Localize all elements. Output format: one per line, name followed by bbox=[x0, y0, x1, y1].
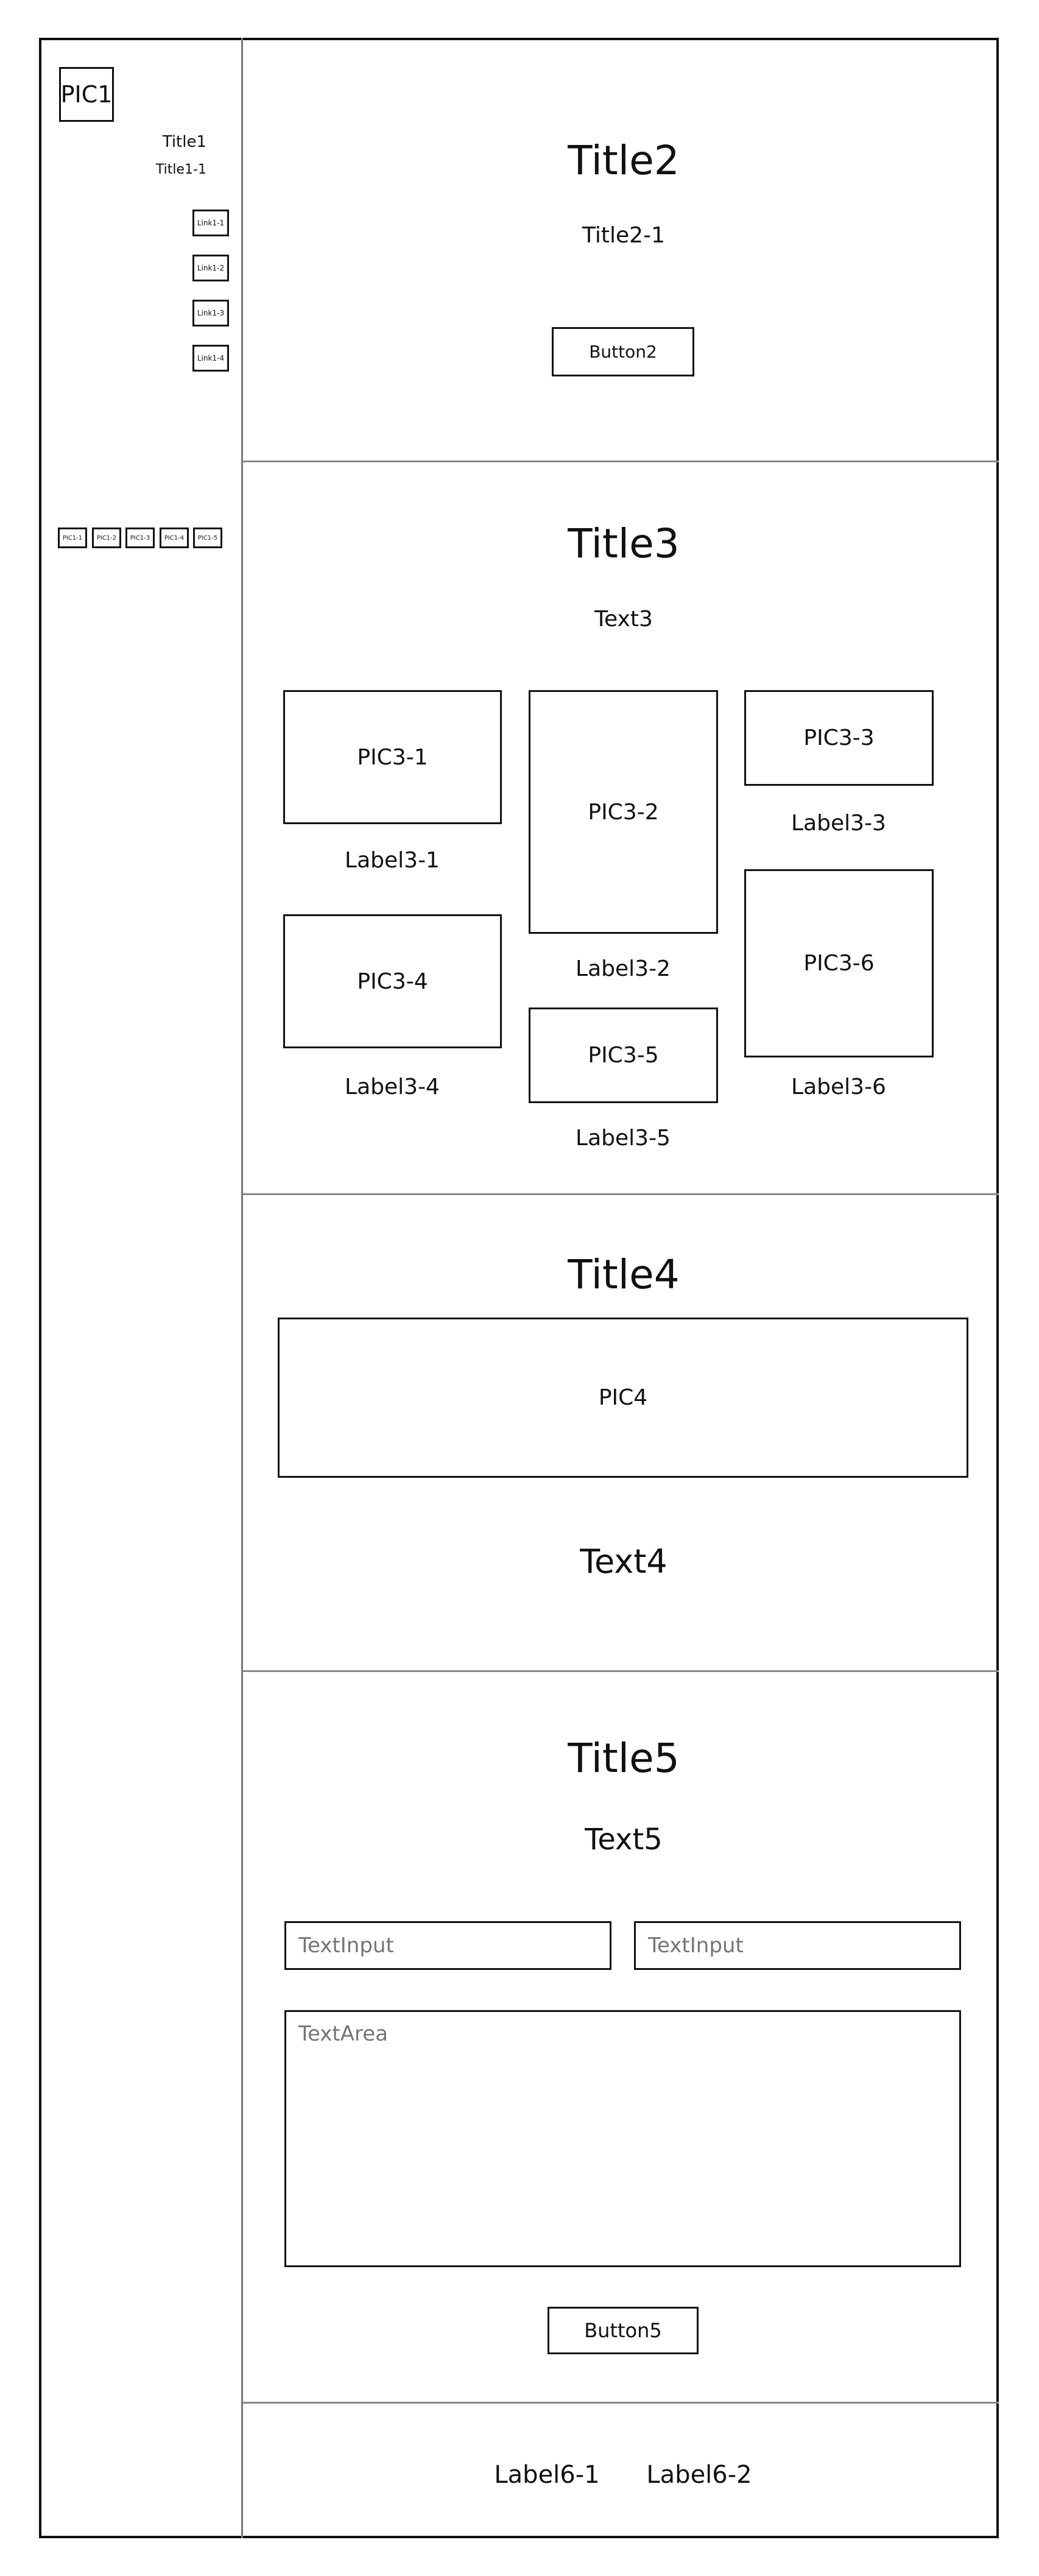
sidebar-link-1[interactable]: Link1-1 bbox=[192, 210, 229, 236]
label3-1: Label3-1 bbox=[345, 848, 440, 873]
section4-text: Text4 bbox=[580, 1542, 667, 1581]
section-divider-2 bbox=[243, 1193, 999, 1195]
label3-4: Label3-4 bbox=[345, 1075, 440, 1099]
sidebar-link-3[interactable]: Link1-3 bbox=[192, 300, 229, 326]
footer-label-2: Label6-2 bbox=[646, 2461, 752, 2489]
label3-5: Label3-5 bbox=[576, 1126, 671, 1151]
button2[interactable]: Button2 bbox=[552, 327, 694, 376]
sidebar-pic-4: PIC1-4 bbox=[160, 528, 189, 548]
sidebar-subtitle: Title1-1 bbox=[155, 162, 206, 177]
section3-text: Text3 bbox=[594, 607, 653, 632]
sidebar-link-2[interactable]: Link1-2 bbox=[192, 255, 229, 281]
text-input-2[interactable] bbox=[634, 1921, 961, 1970]
sidebar-pic-5: PIC1-5 bbox=[193, 528, 222, 548]
logo-image: PIC1 bbox=[59, 67, 114, 122]
section5-title: Title5 bbox=[568, 1735, 680, 1782]
label3-3: Label3-3 bbox=[791, 811, 886, 836]
section3-title: Title3 bbox=[568, 520, 680, 567]
sidebar-pic-3: PIC1-3 bbox=[125, 528, 155, 548]
section-divider-4 bbox=[243, 2402, 999, 2404]
section2-subtitle: Title2-1 bbox=[582, 223, 665, 248]
sidebar-pic-2: PIC1-2 bbox=[92, 528, 121, 548]
pic3-6: PIC3-6 bbox=[744, 869, 934, 1057]
section-divider-1 bbox=[243, 461, 999, 462]
section2-title: Title2 bbox=[568, 137, 680, 184]
label3-2: Label3-2 bbox=[576, 956, 671, 981]
pic3-2: PIC3-2 bbox=[529, 690, 718, 934]
pic3-1: PIC3-1 bbox=[283, 690, 502, 824]
text-area[interactable] bbox=[284, 2010, 961, 2267]
sidebar-title: Title1 bbox=[162, 133, 206, 151]
pic3-4: PIC3-4 bbox=[283, 914, 502, 1048]
sidebar-pic-1: PIC1-1 bbox=[58, 528, 87, 548]
pic4: PIC4 bbox=[278, 1318, 968, 1478]
sidebar-link-4[interactable]: Link1-4 bbox=[192, 345, 229, 372]
section-divider-3 bbox=[243, 1670, 999, 1672]
footer-label-1: Label6-1 bbox=[494, 2461, 600, 2489]
pic3-3: PIC3-3 bbox=[744, 690, 934, 786]
button5[interactable]: Button5 bbox=[548, 2307, 699, 2354]
section4-title: Title4 bbox=[568, 1251, 680, 1298]
sidebar-divider bbox=[241, 38, 243, 2538]
label3-6: Label3-6 bbox=[791, 1075, 886, 1099]
pic3-5: PIC3-5 bbox=[529, 1007, 718, 1103]
text-input-1[interactable] bbox=[284, 1921, 611, 1970]
section5-text: Text5 bbox=[585, 1823, 663, 1857]
